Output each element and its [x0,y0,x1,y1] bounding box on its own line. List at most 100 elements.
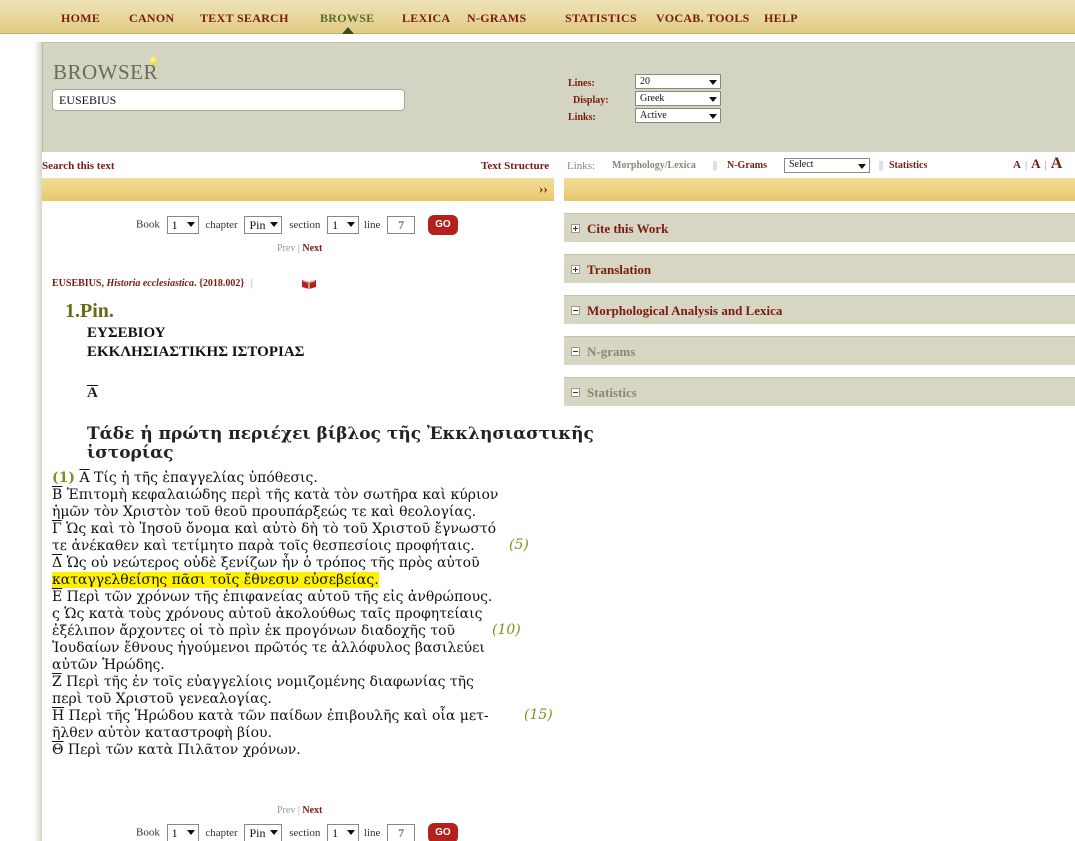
search-this-text-link[interactable]: Search this text [42,160,115,172]
citation-divider: | [250,278,253,289]
text-line-3[interactable]: ἡμῶν τὸν Χριστὸν τοῦ θεοῦ προυπάρξεώς τε… [52,504,476,520]
panel-ngrams[interactable]: N-grams [564,336,1075,365]
frame-shadow [34,42,42,841]
chevron-down-icon [186,830,195,835]
morphology-link[interactable]: Morphology/Lexica [612,160,696,171]
links-toolbar-label: Links: [567,160,596,172]
next-link[interactable]: Next [302,243,322,254]
prev-link[interactable]: Prev [277,243,295,254]
panel-cite-this-work[interactable]: Cite this Work [564,213,1075,242]
prev-next-bottom: Prev | Next [277,805,322,816]
citation-author[interactable]: EUSEBIUS, [52,278,104,289]
text-line-13[interactable]: Ζ Περὶ τῆς ἐν τοῖς εὐαγγελίοις νομιζομέν… [52,674,474,690]
lightbulb-icon[interactable] [150,56,157,65]
nav-ngrams[interactable]: N-GRAMS [467,11,526,26]
text-line-9[interactable]: ς Ὡς κατὰ τοὺς χρόνους αὐτοῦ ἀκολούθως τ… [52,606,482,622]
panel-statistics[interactable]: Statistics [564,377,1075,406]
chevron-down-icon [186,222,195,227]
text-line-8[interactable]: Ε Περὶ τῶν χρόνων τῆς ἐπιφανείας αὐτοῦ τ… [52,589,492,605]
text-line-5[interactable]: τε ἀνέκαθεν καὶ τετίμητο παρὰ τοῖς θεσπε… [52,538,475,554]
toolbar-separator-2: || [879,160,884,171]
chapter-label: chapter [205,826,238,839]
nav-canon[interactable]: CANON [129,11,175,26]
toolbar-separator: || [713,160,718,171]
text-line-7[interactable]: καταγγελθείσης πᾶσι τοῖς ἔθνεσιν εὐσεβεί… [52,572,379,588]
text-line-4[interactable]: Γ Ὡς καὶ τὸ Ἰησοῦ ὄνομα καὶ αὐτὸ δὴ τὸ τ… [52,521,496,537]
line-number: (1) [52,470,75,486]
collapse-icon [571,347,580,356]
location-nav-top: Book 1 chapter Pin section 1 line 7 GO [136,215,458,235]
line-input[interactable]: 7 [387,216,416,234]
text-line-2[interactable]: Β Ἐπιτομὴ κεφαλαιώδης περὶ τῆς κατὰ τὸν … [52,487,498,503]
lines-label: Lines: [568,78,595,89]
expand-icon [571,265,580,274]
prev-next-top: Prev | Next [277,243,322,254]
book-icon[interactable] [301,278,317,289]
chapter-select[interactable]: Pin [244,216,283,234]
text-line-1[interactable]: (1) Α Τίς ἡ τῆς ἐπαγγελίας ὑπόθεσις. [52,470,318,486]
font-size-small[interactable]: A [1013,159,1021,171]
book-label: Book [136,826,160,839]
section-label: section [289,218,321,231]
text-line-11[interactable]: Ἰουδαίων ἔθνους ἡγούμενοι πρῶτός τε ἀλλό… [52,640,485,656]
font-size-large[interactable]: A [1051,155,1063,172]
citation-work[interactable]: Historia ecclesiastica [106,278,194,289]
go-button[interactable]: GO [427,823,458,841]
book-select[interactable]: 1 [166,824,199,841]
text-line-17[interactable]: Θ Περὶ τῶν κατὰ Πιλᾶτον χρόνων. [52,742,301,758]
ngrams-link[interactable]: N-Grams [727,160,767,171]
book-label: Book [136,218,160,231]
nav-statistics[interactable]: STATISTICS [565,11,637,26]
display-select[interactable]: Greek [635,91,721,106]
line-number: (5) [509,537,529,553]
chevron-down-icon [858,164,866,169]
font-size-divider: | [1044,159,1047,171]
links-select[interactable]: Active [635,108,721,123]
active-nav-indicator-icon [342,27,354,34]
text-line-6[interactable]: Δ Ὡς οὐ νεώτερος οὐδὲ ξενίζων ἦν ὁ τρόπο… [52,555,480,571]
nav-lexica[interactable]: LEXICA [402,11,450,26]
citation: EUSEBIUS, Historia ecclesiastica. {2018.… [52,278,253,289]
font-size-divider: | [1024,159,1028,171]
panel-label: N-grams [587,344,636,359]
book-numeral: Α [87,385,98,401]
font-size-medium[interactable]: A [1031,156,1040,171]
citation-id: . {2018.002} [193,278,245,289]
text-line-16[interactable]: ῆλθεν αὐτὸν καταστροφὴ βίου. [52,725,272,741]
panel-translation[interactable]: Translation [564,254,1075,283]
chapter-select[interactable]: Pin [244,824,283,841]
ngram-select[interactable]: Select [784,158,870,173]
nav-home[interactable]: HOME [61,11,100,26]
go-button[interactable]: GO [427,215,458,235]
chevron-down-icon [270,830,279,835]
section-select[interactable]: 1 [327,216,360,234]
lines-select[interactable]: 20 [635,74,721,89]
nav-text-search[interactable]: TEXT SEARCH [200,11,289,26]
display-label: Display: [573,95,609,106]
panel-label: Morphological Analysis and Lexica [587,303,783,318]
book-select[interactable]: 1 [166,216,199,234]
text-line-12[interactable]: αὐτῶν Ἡρώδης. [52,657,165,673]
nav-vocab-tools[interactable]: VOCAB. TOOLS [656,11,750,26]
panel-morphological-analysis[interactable]: Morphological Analysis and Lexica [564,295,1075,324]
panel-label: Cite this Work [587,221,669,236]
nav-browse[interactable]: BROWSE [320,11,374,26]
line-label: line [363,826,381,839]
nav-help[interactable]: HELP [764,11,798,26]
links-label: Links: [568,112,596,123]
text-line-10[interactable]: ἐξέλιπον ἄρχοντες οἱ τὸ πρὶν ἐκ προγόνων… [52,623,455,639]
highlighted-text: καταγγελθείσης πᾶσι τοῖς ἔθνεσιν εὐσεβεί… [52,572,379,588]
text-search-input[interactable]: EUSEBIUS [52,89,405,111]
text-structure-link[interactable]: Text Structure [481,160,549,172]
expand-icon [571,224,580,233]
chevron-down-icon [270,222,279,227]
left-pane-bar [42,178,554,201]
expand-pane-icon[interactable]: ›› [539,181,548,197]
next-link[interactable]: Next [302,805,322,816]
line-input[interactable]: 7 [387,824,416,841]
text-line-14[interactable]: περὶ τοῦ Χριστοῦ γενεαλογίας. [52,691,272,707]
section-select[interactable]: 1 [327,824,360,841]
text-line-15[interactable]: Η Περὶ τῆς Ἡρώδου κατὰ τῶν παίδων ἐπιβου… [52,708,489,724]
statistics-link[interactable]: Statistics [889,160,927,171]
prev-link[interactable]: Prev [277,805,295,816]
